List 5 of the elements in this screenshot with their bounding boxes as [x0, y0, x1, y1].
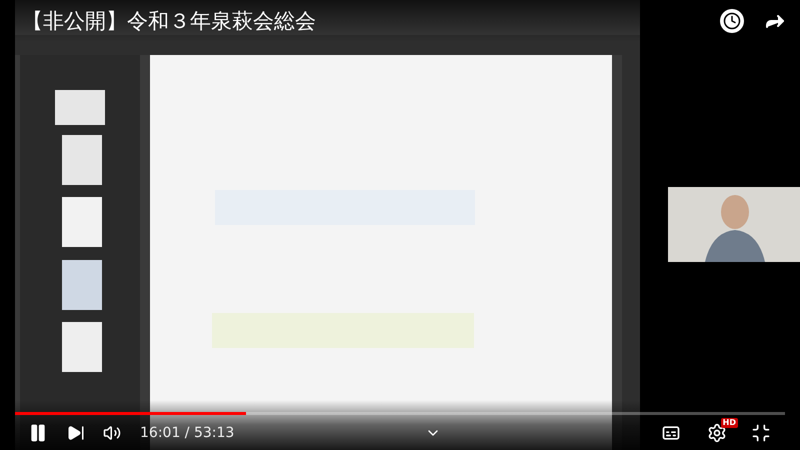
time-display: 16:01 / 53:13 [140, 424, 234, 442]
video-title: 【非公開】令和３年泉萩会総会 [22, 10, 316, 32]
progress-track[interactable] [15, 412, 785, 415]
hd-badge: HD [720, 418, 738, 428]
exit-fullscreen-button[interactable] [750, 422, 772, 444]
